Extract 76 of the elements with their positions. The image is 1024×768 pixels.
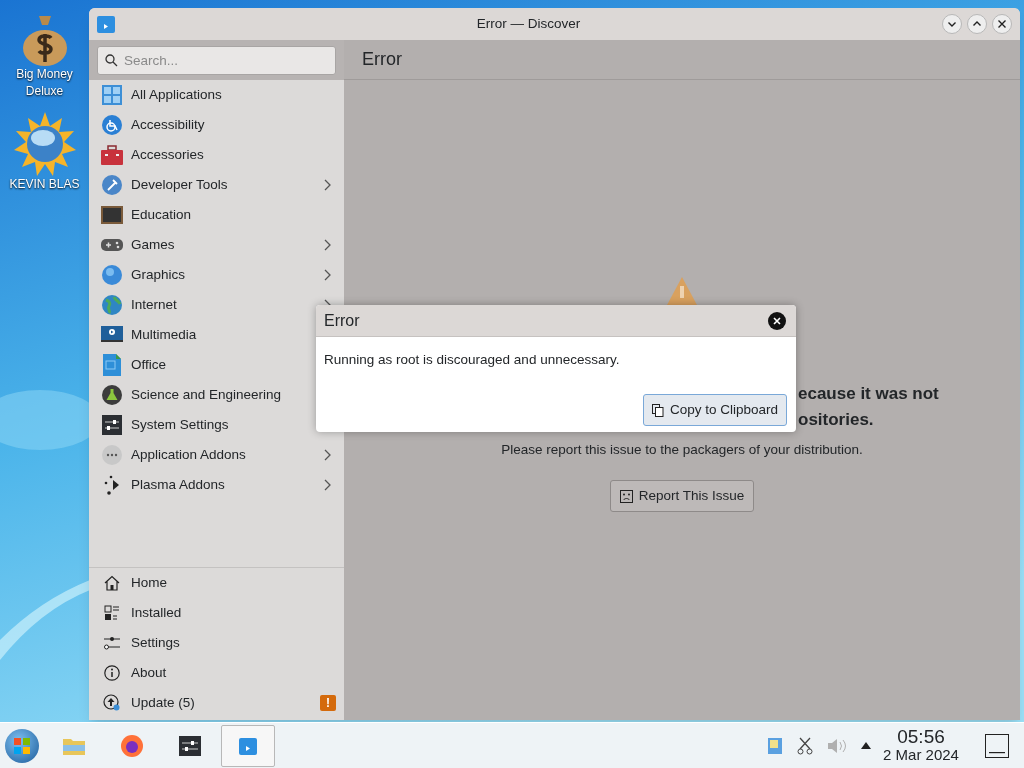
sad-face-icon: [619, 489, 633, 503]
hint-text: Please report this issue to the packagers of your distribution.: [501, 441, 863, 459]
windows-logo-icon: [14, 737, 30, 754]
category-item[interactable]: Multimedia: [131, 324, 197, 346]
report-button[interactable]: Report This Issue: [609, 480, 755, 513]
category-item[interactable]: Plasma Addons: [131, 474, 225, 496]
minimize-button[interactable]: [942, 14, 962, 34]
nav-item[interactable]: Settings: [89, 628, 344, 658]
start-button[interactable]: [5, 728, 39, 763]
document-icon: [103, 354, 121, 376]
copy-button[interactable]: Copy to Clipboard: [642, 394, 787, 427]
category-item[interactable]: Internet: [131, 294, 177, 316]
flask-icon: [102, 385, 122, 405]
hammer-icon: [102, 175, 122, 195]
desktop-icon-label: KEVIN BLAS: [8, 176, 81, 193]
wheelchair-icon: [102, 115, 122, 135]
dots-icon: [102, 445, 122, 465]
desktop-icon-label: Big Money Deluxe: [15, 66, 74, 100]
sliders-icon: [179, 735, 201, 756]
show-desktop-button[interactable]: [985, 733, 1009, 758]
taskbar-app[interactable]: [119, 732, 145, 759]
window-title: Error — Discover: [475, 14, 582, 33]
sun-globe-icon[interactable]: [12, 112, 77, 176]
close-button[interactable]: [992, 14, 1012, 34]
copy-icon: [651, 403, 664, 417]
folder-icon: [63, 736, 85, 755]
home-icon: [104, 575, 120, 591]
warning-icon: [667, 277, 697, 305]
gamepad-icon: [101, 237, 123, 253]
search-icon: [105, 54, 118, 67]
category-item[interactable]: Education: [131, 204, 192, 226]
category-item[interactable]: System Settings: [131, 414, 229, 436]
chevron-down-icon: [947, 19, 957, 29]
alert-badge: !: [320, 695, 336, 711]
sliders-icon: [102, 415, 122, 435]
page-title: Error: [362, 48, 402, 71]
clock[interactable]: 05:56 2 Mar 2024: [881, 727, 961, 764]
nav-item[interactable]: Update (5) !: [89, 688, 344, 718]
category-item[interactable]: Office: [131, 354, 166, 376]
toolbox-icon: [101, 145, 123, 165]
nav-item[interactable]: Home: [89, 568, 344, 598]
category-item[interactable]: Science and Engineering: [131, 384, 282, 406]
chalkboard-icon: [101, 205, 123, 225]
category-item[interactable]: Developer Tools: [131, 174, 228, 196]
caret-up-icon[interactable]: [861, 742, 871, 749]
maximize-button[interactable]: [967, 14, 987, 34]
settings-icon: [104, 635, 120, 651]
category-item[interactable]: Games: [131, 234, 175, 256]
shopping-bag-icon: [97, 15, 115, 33]
error-message: ecause it was not: [798, 384, 939, 404]
close-icon: [773, 316, 781, 325]
scissors-icon[interactable]: [797, 736, 813, 755]
scattered-dots-icon: [103, 475, 121, 495]
search-field[interactable]: Search...: [97, 46, 336, 75]
update-icon: [103, 694, 121, 712]
firefox-icon: [121, 734, 143, 757]
nav-item[interactable]: Installed: [89, 598, 344, 628]
category-item[interactable]: All Applications: [131, 84, 222, 106]
dialog-message: Running as root is discouraged and unnecessary.: [324, 351, 621, 369]
dialog-title: Error: [324, 310, 361, 331]
category-item[interactable]: Accessories: [131, 144, 204, 166]
close-icon: [997, 19, 1007, 29]
shopping-bag-icon: [239, 736, 257, 755]
sphere-icon: [102, 265, 122, 285]
close-button[interactable]: [768, 311, 786, 330]
category-item[interactable]: Graphics: [131, 264, 186, 286]
nav-item[interactable]: About: [89, 658, 344, 688]
grid-icon: [102, 85, 122, 105]
list-icon: [104, 605, 120, 621]
info-icon: [104, 665, 120, 681]
error-message: ositories.: [798, 410, 874, 430]
category-item[interactable]: Accessibility: [131, 114, 205, 136]
globe-icon: [102, 295, 122, 315]
monitor-icon: [101, 325, 123, 345]
category-item[interactable]: Application Addons: [131, 444, 246, 466]
desktop-icon: [989, 751, 1005, 754]
